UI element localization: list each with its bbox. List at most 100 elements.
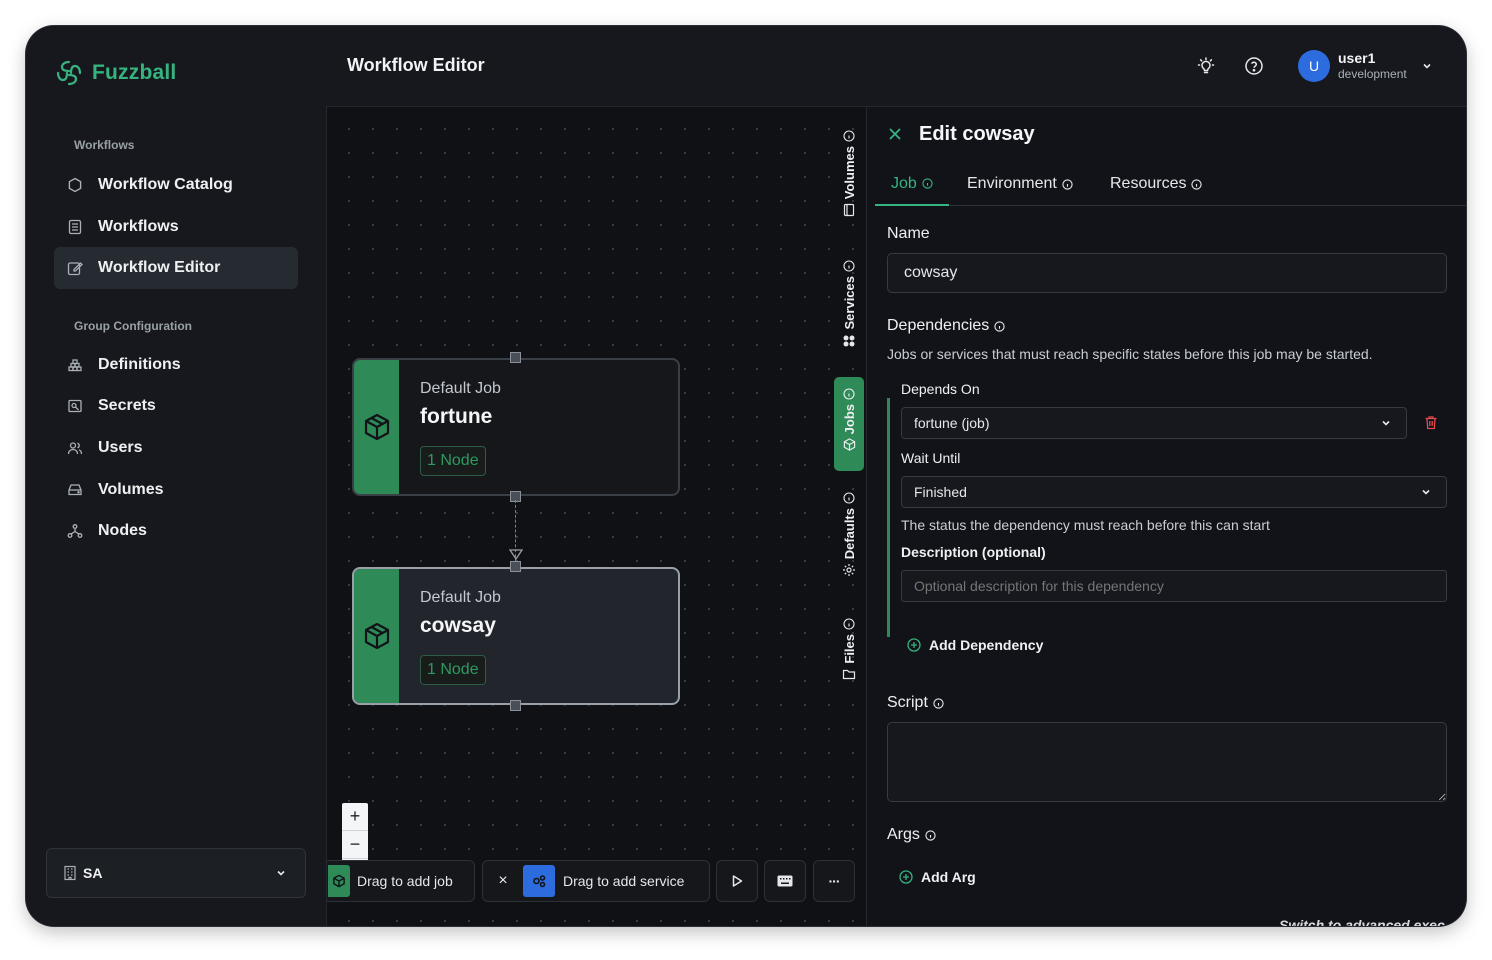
close-panel-icon[interactable] [887,126,903,142]
job-node-fortune[interactable]: Default Job fortune 1 Node [352,358,680,496]
info-icon [933,697,944,709]
info-icon [843,130,855,142]
tab-environment[interactable]: Environment [967,163,1073,205]
info-icon [922,178,933,189]
job-node-kind: Default Job [420,589,501,606]
brand[interactable]: Fuzzball [54,58,176,88]
side-tab-defaults[interactable]: Defaults [834,488,864,588]
depends-on-value: fortune (job) [914,415,990,431]
sidebar-item-workflow-catalog[interactable]: Workflow Catalog [54,164,298,206]
avatar[interactable]: U [1298,50,1330,82]
args-label-text: Args [887,826,920,843]
script-label-text: Script [887,694,928,711]
wait-until-label: Wait Until [901,450,961,466]
folder-icon [842,668,856,680]
side-tab-files[interactable]: Files [834,614,864,692]
help-icon[interactable] [1242,54,1266,78]
sidebar-item-volumes[interactable]: Volumes [54,469,298,511]
node-handle-top[interactable] [510,352,521,363]
drag-add-service-button[interactable]: × Drag to add service [482,860,710,902]
close-icon[interactable]: × [483,872,523,890]
depends-on-select[interactable]: fortune (job) [901,407,1407,439]
job-node-kind: Default Job [420,380,501,397]
sidebar-item-label: Nodes [98,522,147,539]
sidebar-item-label: Users [98,439,143,456]
top-header: Workflow Editor U user1 development [326,26,1466,107]
sidebar-item-label: Workflows [98,218,179,235]
sidebar-item-workflow-editor[interactable]: Workflow Editor [54,247,298,289]
node-count-badge: 1 Node [420,446,486,476]
job-node-title: cowsay [420,614,496,637]
side-tab-volumes[interactable]: Volumes [834,126,864,232]
description-label: Description (optional) [901,544,1046,560]
sidebar-item-users[interactable]: Users [54,427,298,469]
description-input[interactable] [901,570,1447,602]
tab-label: Resources [1110,175,1187,192]
tab-job[interactable]: Job [875,163,949,206]
edge-arrow-icon [508,549,524,561]
fuzzball-logo-icon [54,58,84,88]
side-tab-jobs[interactable]: Jobs [834,377,864,471]
zoom-in-button[interactable]: + [342,803,368,831]
sidebar-item-definitions[interactable]: Definitions [54,344,298,386]
add-dependency-label: Add Dependency [929,637,1044,653]
side-tab-services[interactable]: Services [834,256,864,362]
sidebar-item-secrets[interactable]: Secrets [54,385,298,427]
organization-select[interactable]: SA [46,848,306,898]
section-label-workflows: Workflows [74,138,135,152]
drive-icon [65,480,85,500]
sidebar-item-workflows[interactable]: Workflows [54,206,298,248]
gear-icon [842,563,856,577]
wait-until-select[interactable]: Finished [901,476,1447,508]
users-icon [65,438,85,458]
info-icon [843,492,855,504]
jobs-icon [843,438,856,452]
brand-name: Fuzzball [92,61,177,84]
run-button[interactable] [716,860,758,902]
add-arg-button[interactable]: Add Arg [899,869,976,885]
name-label: Name [887,225,930,242]
user-name[interactable]: user1 [1338,50,1375,66]
delete-dependency-icon[interactable] [1424,415,1438,430]
script-textarea[interactable] [887,722,1447,802]
node-handle-bottom[interactable] [510,700,521,711]
stack-icon [65,355,85,375]
wait-until-help: The status the dependency must reach bef… [901,517,1270,533]
sidebar-item-nodes[interactable]: Nodes [54,510,298,552]
add-dependency-button[interactable]: Add Dependency [907,637,1043,653]
side-tab-label: Services [841,276,857,330]
secret-icon [65,396,85,416]
edit-icon [65,258,85,278]
keyboard-shortcuts-button[interactable] [764,860,806,902]
services-icon [842,334,856,348]
package-icon [362,412,392,442]
package-icon [328,865,350,897]
drag-add-job-button[interactable]: Drag to add job [327,860,475,902]
theme-toggle-icon[interactable] [1194,54,1218,78]
tab-label: Job [891,174,917,192]
info-icon [925,829,936,841]
job-node-title: fortune [420,405,493,428]
zoom-out-button[interactable]: − [342,831,368,859]
workflow-canvas[interactable]: Default Job fortune 1 Node Default Job c… [327,107,866,926]
tab-label: Environment [967,175,1057,192]
building-icon [63,865,77,881]
info-icon [994,320,1005,332]
job-node-stripe [354,360,399,494]
name-input[interactable] [887,253,1447,293]
node-handle-top[interactable] [510,561,521,572]
job-node-cowsay[interactable]: Default Job cowsay 1 Node [352,567,680,705]
sidebar-item-label: Definitions [98,356,181,373]
tab-resources[interactable]: Resources [1110,163,1203,205]
plus-circle-icon [907,638,921,652]
job-node-stripe [354,569,399,703]
side-tab-label: Files [841,634,857,664]
drag-add-service-label: Drag to add service [563,873,685,889]
package-icon [362,621,392,651]
more-options-button[interactable]: ··· [813,860,855,902]
sidebar-item-label: Workflow Catalog [98,176,233,193]
user-menu-chevron-icon[interactable] [1415,54,1439,78]
list-icon [65,217,85,237]
page-title: Workflow Editor [347,55,485,75]
switch-advanced-link[interactable]: Switch to advanced exec [1279,917,1445,926]
